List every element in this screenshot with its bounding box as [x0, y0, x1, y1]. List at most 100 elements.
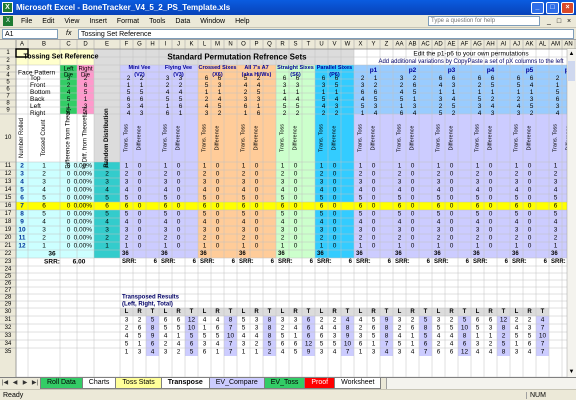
- perm-trans-toss: 2: [359, 235, 363, 242]
- column-header-label: C: [66, 42, 71, 48]
- row-header-label: 26: [5, 281, 12, 287]
- worksheet-grid[interactable]: A B C D E F G H I J K L M N O P Q R S T U V W X Y Z AA AB AC AD AE AF AG…: [0, 40, 576, 377]
- tab-roll-data[interactable]: Roll Data: [40, 378, 83, 389]
- std-trans-toss: 1: [203, 163, 207, 170]
- tab-transpose[interactable]: Transpose: [160, 378, 210, 389]
- tab-last-icon[interactable]: ▶|: [30, 378, 40, 389]
- std-trans-toss: 4: [164, 219, 168, 226]
- row-header-label: 15: [5, 195, 12, 201]
- transposed-value: 5: [216, 333, 220, 340]
- std-face-left: 6: [283, 75, 287, 82]
- tab-toss-stats[interactable]: Toss Stats: [115, 378, 162, 389]
- number-rolled: 11: [19, 235, 26, 242]
- tab-prev-icon[interactable]: ◀: [10, 378, 20, 389]
- std-total: 36: [239, 251, 246, 257]
- menu-insert[interactable]: Insert: [84, 18, 112, 25]
- transposed-value: 1: [411, 341, 415, 348]
- perm-trans-toss: 4: [476, 219, 480, 226]
- std-trans-toss: 4: [320, 219, 324, 226]
- std-face-right: 3: [296, 82, 300, 89]
- tab-worksheet[interactable]: Worksheet: [334, 378, 382, 389]
- std-trans-toss: 3: [320, 179, 324, 186]
- menu-format[interactable]: Format: [112, 18, 144, 25]
- menu-tools[interactable]: Tools: [144, 18, 170, 25]
- std-difference: 0: [255, 243, 259, 250]
- std-difference: 0: [294, 179, 298, 186]
- transposed-value: 8: [268, 333, 272, 340]
- random-distribution: 4: [105, 219, 109, 226]
- menu-file[interactable]: File: [16, 18, 37, 25]
- std-face-left: 4: [244, 82, 248, 89]
- perm-face-left: 2: [439, 103, 443, 110]
- std-trans-toss: 3: [281, 227, 285, 234]
- minimize-button[interactable]: _: [531, 1, 544, 14]
- fx-icon[interactable]: fx: [66, 30, 78, 37]
- tab-proof[interactable]: Proof: [304, 378, 336, 389]
- transposed-value: 2: [489, 341, 493, 348]
- std-face-left: 4: [283, 96, 287, 103]
- menu-edit[interactable]: Edit: [37, 18, 59, 25]
- perm-face-left: 4: [439, 82, 443, 89]
- menu-view[interactable]: View: [59, 18, 84, 25]
- transposed-value: 4: [346, 317, 350, 324]
- transposed-header: R: [527, 309, 532, 315]
- random-distribution: 3: [105, 227, 109, 234]
- transposed-value: 12: [500, 317, 508, 324]
- menu-help[interactable]: Help: [230, 18, 254, 25]
- std-total: 36: [122, 251, 129, 257]
- tab-charts[interactable]: Charts: [81, 378, 117, 389]
- std-face-left: 3: [166, 75, 170, 82]
- tab-ev-toss[interactable]: EV_Toss: [263, 378, 306, 389]
- transposed-value: 10: [461, 325, 469, 332]
- menu-window[interactable]: Window: [195, 18, 230, 25]
- row-header-label: 16: [5, 203, 12, 209]
- perm-face-left: 6: [361, 89, 365, 96]
- std-trans-toss: 2: [242, 171, 246, 178]
- doc-restore-icon[interactable]: □: [554, 18, 564, 25]
- perm-difference: 0: [372, 187, 376, 194]
- std-face-left: 6: [322, 75, 326, 82]
- difference-from-theory: 0: [67, 235, 71, 242]
- transposed-value: 5: [151, 317, 155, 324]
- formula-input[interactable]: Tossing Set Reference: [78, 28, 574, 39]
- help-search-input[interactable]: Type a question for help: [428, 16, 540, 26]
- difference-from-theory: 0: [67, 243, 71, 250]
- std-trans-toss: 1: [125, 243, 129, 250]
- name-box[interactable]: A1: [2, 28, 58, 39]
- perm-face-left: 5: [517, 82, 521, 89]
- transposed-value: 8: [346, 325, 350, 332]
- close-button[interactable]: ×: [561, 1, 574, 14]
- transposed-header: R: [371, 309, 376, 315]
- tab-ev-compare[interactable]: EV_Compare: [208, 378, 265, 389]
- perm-face-left: 4: [400, 89, 404, 96]
- transposed-value: 3: [294, 317, 298, 324]
- perm-trans-toss: 5: [554, 195, 558, 202]
- perm-total: 36: [356, 251, 363, 257]
- horizontal-scrollbar[interactable]: [386, 378, 576, 389]
- document-icon[interactable]: X: [3, 16, 13, 26]
- tab-next-icon[interactable]: ▶: [20, 378, 30, 389]
- perm-difference: 0: [372, 211, 376, 218]
- perm-face-left: 5: [439, 110, 443, 117]
- perm-trans-toss: 6: [398, 203, 402, 210]
- tab-first-icon[interactable]: |◀: [0, 378, 10, 389]
- std-difference: 0: [333, 179, 337, 186]
- perm-face-right: 2: [413, 75, 417, 82]
- difference-from-theory: 0: [67, 163, 71, 170]
- perm-face-right: 2: [452, 110, 456, 117]
- tossing-set-title: Tossing Set Reference: [24, 54, 99, 61]
- maximize-button[interactable]: □: [546, 1, 559, 14]
- std-face-right: 5: [179, 96, 183, 103]
- perm-face-left: 3: [556, 103, 560, 110]
- perm-total: 36: [434, 251, 441, 257]
- perm-sub-header: Difference: [371, 126, 377, 151]
- menu-data[interactable]: Data: [170, 18, 195, 25]
- transposed-value: 7: [229, 341, 233, 348]
- perm-face-right: 6: [491, 75, 495, 82]
- doc-minimize-icon[interactable]: _: [544, 18, 554, 25]
- doc-close-icon[interactable]: ×: [564, 18, 574, 25]
- row-header-label: 30: [5, 309, 12, 315]
- perm-trans-toss: 2: [437, 171, 441, 178]
- std-difference: 0: [177, 203, 181, 210]
- std-face-right: 3: [140, 110, 144, 117]
